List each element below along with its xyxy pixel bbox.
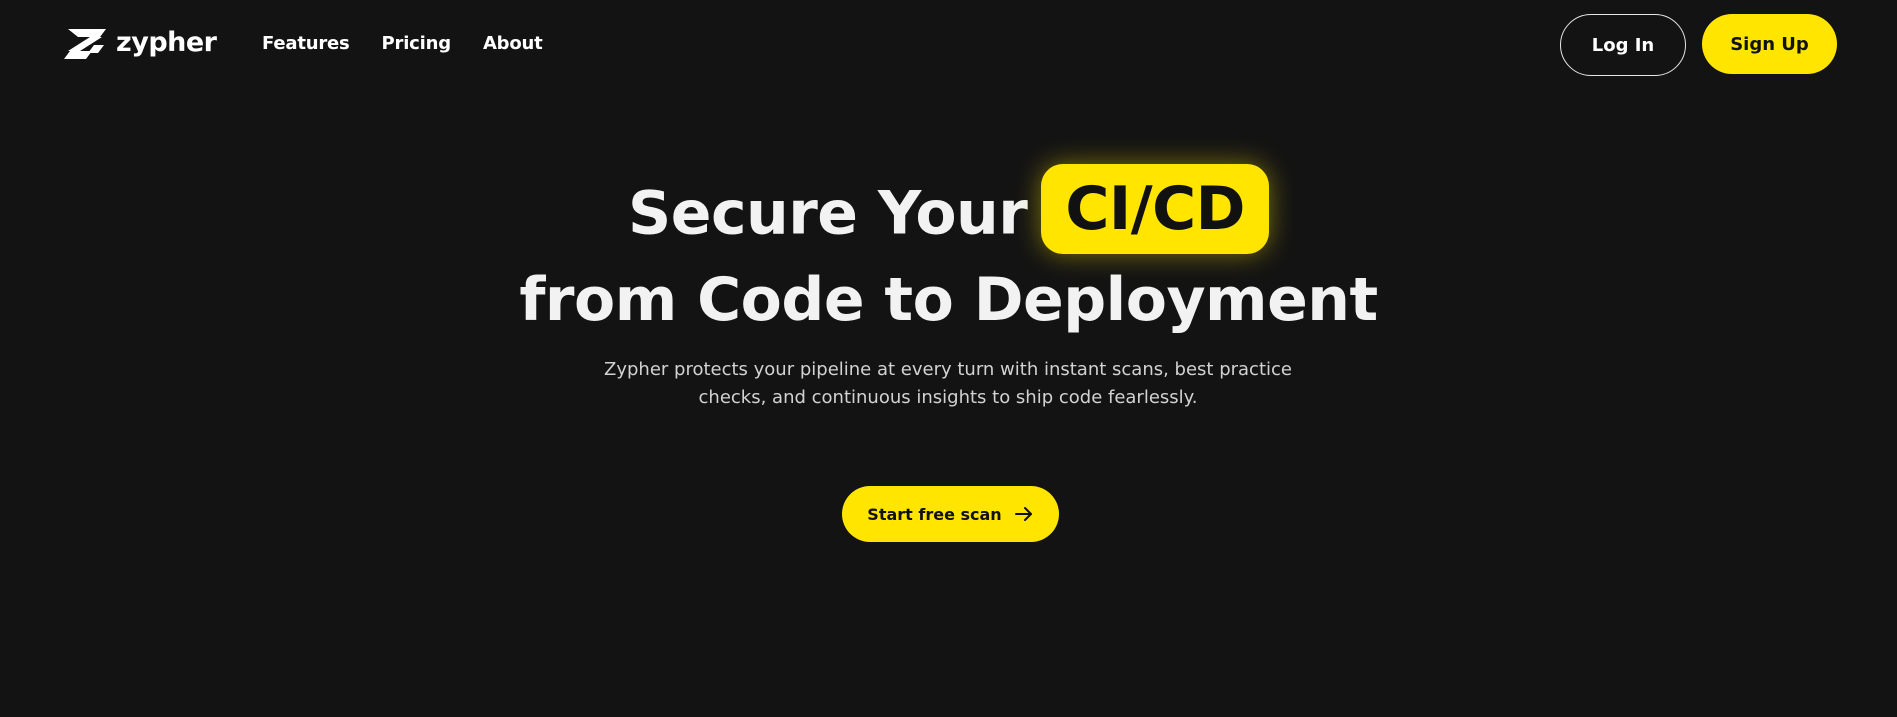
arrow-right-icon	[1014, 507, 1032, 521]
site-header: zypher Features Pricing About Log In Sig…	[0, 0, 1897, 90]
landing-page: zypher Features Pricing About Log In Sig…	[0, 0, 1897, 717]
hero-subtitle: Zypher protects your pipeline at every t…	[598, 356, 1298, 412]
nav-link-pricing[interactable]: Pricing	[382, 32, 452, 56]
nav-link-about[interactable]: About	[483, 32, 543, 56]
hero-title: Secure Your CI/CD from Code to Deployment	[0, 164, 1897, 338]
hero-title-line-1: Secure Your CI/CD	[0, 164, 1897, 262]
hero-subtitle-line-1: Zypher protects your pipeline at every t…	[604, 359, 1292, 380]
brand-name: zypher	[116, 27, 217, 58]
nav-link-features[interactable]: Features	[262, 32, 350, 56]
signup-button[interactable]: Sign Up	[1702, 14, 1837, 74]
hero-subtitle-line-2: checks, and continuous insights to ship …	[698, 387, 1198, 408]
hero-title-highlight: CI/CD	[1041, 164, 1269, 254]
zypher-logo-icon	[64, 29, 106, 59]
login-button[interactable]: Log In	[1560, 14, 1686, 76]
main-nav: Features Pricing About	[262, 32, 543, 56]
cta-label: Start free scan	[867, 504, 1002, 524]
start-free-scan-button[interactable]: Start free scan	[842, 486, 1059, 542]
brand-logo-link[interactable]: zypher	[64, 28, 217, 60]
hero-title-line-2: from Code to Deployment	[519, 265, 1378, 335]
hero-title-part1: Secure Your	[628, 178, 1028, 249]
